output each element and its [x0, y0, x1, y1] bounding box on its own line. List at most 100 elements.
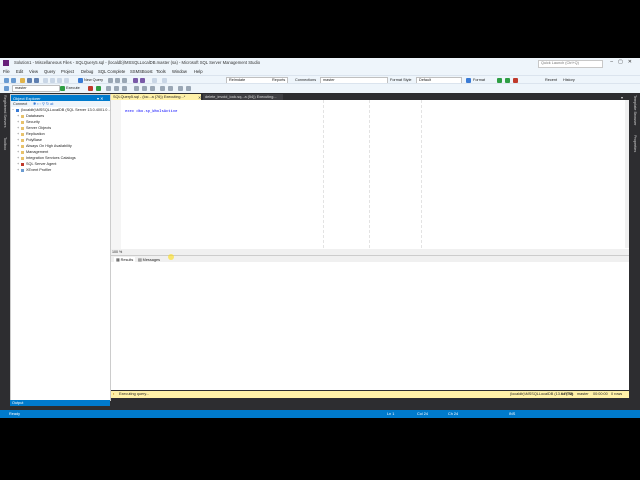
available-databases-icon[interactable]: [4, 85, 9, 91]
results-to-file-icon[interactable]: [150, 85, 155, 91]
comment-icon[interactable]: [160, 85, 165, 91]
menu-debug[interactable]: Debug: [81, 69, 93, 74]
status-rows: 0 rows: [611, 392, 623, 396]
column-number: Col 24: [417, 412, 428, 416]
menu-project[interactable]: Project: [61, 69, 74, 74]
back-icon[interactable]: [4, 77, 9, 83]
mdx-query-icon[interactable]: [57, 77, 62, 83]
menu-bar: File Edit View Query Project Debug SQL C…: [0, 68, 640, 75]
zoom-level[interactable]: 100 %: [112, 250, 122, 254]
format-icon[interactable]: [466, 77, 471, 83]
results-to-grid-icon[interactable]: [142, 85, 147, 91]
menu-edit[interactable]: Edit: [16, 69, 23, 74]
connections-label: Connections: [295, 77, 317, 82]
query-options-icon[interactable]: [114, 85, 119, 91]
spinner-icon: ◐: [113, 392, 116, 396]
line-number: Ln 1: [387, 412, 395, 416]
tree-node-label: Server Objects: [26, 126, 52, 130]
available-databases-dropdown[interactable]: master: [12, 85, 60, 92]
output-tab[interactable]: Output: [10, 400, 110, 406]
folder-icon: [21, 150, 24, 154]
tree-node-label: PolyBase: [26, 138, 43, 142]
menu-window[interactable]: Window: [172, 69, 187, 74]
database-engine-query-icon[interactable]: [43, 77, 48, 83]
execute-icon[interactable]: [497, 77, 502, 83]
solution-explorer-icon[interactable]: [162, 77, 167, 83]
code-line[interactable]: exec dbo.sp_WhoIsActive: [125, 110, 177, 114]
paste-icon[interactable]: [122, 77, 127, 83]
save-icon[interactable]: [27, 77, 32, 83]
template-browser-tab[interactable]: Template Browser: [633, 95, 637, 125]
menu-tools[interactable]: Tools: [156, 69, 166, 74]
forward-icon[interactable]: [11, 77, 16, 83]
menu-sql-complete[interactable]: SQL Complete: [98, 69, 125, 74]
object-explorer-title: Object Explorer: [13, 95, 41, 101]
new-query-icon[interactable]: [78, 77, 83, 83]
increase-indent-icon[interactable]: [186, 85, 191, 91]
connect-button[interactable]: Connect: [13, 102, 27, 106]
redo-icon[interactable]: [140, 77, 145, 83]
tree-node-xevent-profiler[interactable]: + XEvent Profiler: [12, 168, 108, 174]
format-style-label: Format Style: [390, 77, 412, 82]
stop-icon[interactable]: [513, 77, 518, 83]
results-to-text-icon[interactable]: [134, 85, 139, 91]
registered-servers-tab[interactable]: Registered Servers: [3, 95, 7, 128]
editor-scrollbar[interactable]: [625, 100, 629, 248]
server-node-label: (localdb)\MSSQLLocalDB (SQL Server 13.0.…: [21, 108, 117, 112]
menu-view[interactable]: View: [29, 69, 38, 74]
properties-tab[interactable]: Properties: [633, 135, 637, 152]
tree-node-label: Integration Services Catalogs: [26, 156, 76, 160]
decrease-indent-icon[interactable]: [178, 85, 183, 91]
copy-icon[interactable]: [115, 77, 120, 83]
analysis-query-icon[interactable]: [50, 77, 55, 83]
recent-button[interactable]: Recent: [545, 78, 557, 82]
find-icon[interactable]: [152, 77, 157, 83]
folder-icon: [21, 132, 24, 136]
left-tool-strip: Registered Servers Toolbox: [0, 93, 9, 410]
window-controls[interactable]: –▢✕: [610, 59, 637, 65]
new-query-button[interactable]: New Query: [84, 78, 103, 82]
parse-icon[interactable]: [96, 85, 101, 91]
execute-button[interactable]: Execute: [66, 86, 80, 90]
cut-icon[interactable]: [108, 77, 113, 83]
tree-node-label: Always On High Availability: [26, 144, 72, 148]
query-editor[interactable]: exec dbo.sp_WhoIsActive: [111, 100, 629, 250]
guide-line: [323, 100, 324, 248]
close-tab-icon[interactable]: ✕: [198, 95, 201, 100]
pin-icon[interactable]: ▾ ✕: [97, 96, 103, 101]
quick-launch-input[interactable]: Quick Launch (Ctrl+Q): [538, 59, 603, 68]
menu-query[interactable]: Query: [44, 69, 55, 74]
undo-icon[interactable]: [133, 77, 138, 83]
tree-node-label: Databases: [26, 114, 45, 118]
quick-launch-placeholder: Quick Launch (Ctrl+Q): [541, 61, 579, 65]
menu-file[interactable]: File: [3, 69, 10, 74]
history-button[interactable]: History: [563, 78, 575, 82]
execute-query-icon[interactable]: [60, 85, 65, 91]
dmx-query-icon[interactable]: [64, 77, 69, 83]
execute-current-icon[interactable]: [505, 77, 510, 83]
open-file-icon[interactable]: [20, 77, 25, 83]
editor-gutter: [111, 100, 121, 250]
uncomment-icon[interactable]: [168, 85, 173, 91]
cancel-query-icon[interactable]: [88, 85, 93, 91]
display-plan-icon[interactable]: [106, 85, 111, 91]
agent-icon: [21, 162, 24, 166]
folder-icon: [21, 144, 24, 148]
folder-icon: [21, 114, 24, 118]
code-text: exec dbo.sp_WhoIsActive: [125, 110, 178, 114]
tab-overflow-icon[interactable]: ▾: [621, 95, 623, 100]
window-title: Solution1 - Miscellaneous Files - SQLQue…: [14, 60, 261, 65]
menu-help[interactable]: Help: [194, 69, 203, 74]
results-pane[interactable]: [111, 262, 629, 390]
format-button[interactable]: Format: [473, 78, 485, 82]
toolbar-icons[interactable]: ✱ ▪ ▫ ⚲ ↻ ⇌: [33, 101, 53, 106]
menu-ssmsboost[interactable]: SSMSBoost: [130, 69, 153, 74]
toolbox-tab[interactable]: Toolbox: [3, 137, 7, 150]
ssms-logo-icon: [3, 60, 9, 66]
reports-button[interactable]: Reports: [272, 78, 285, 82]
folder-icon: [21, 120, 24, 124]
ready-text: Ready: [9, 412, 20, 416]
save-all-icon[interactable]: [34, 77, 39, 83]
mouse-cursor-highlight: [168, 254, 174, 260]
intellisense-icon[interactable]: [122, 85, 127, 91]
